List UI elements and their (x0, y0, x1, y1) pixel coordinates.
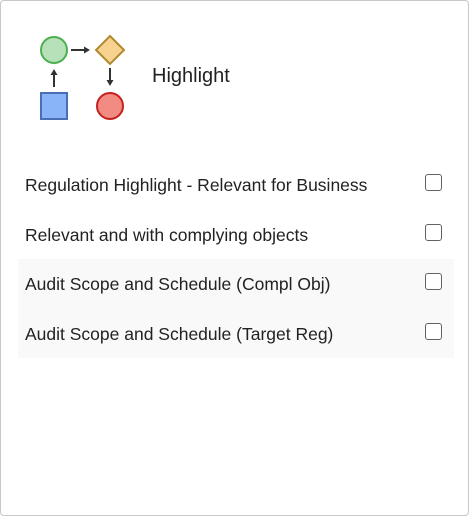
list-item[interactable]: Audit Scope and Schedule (Target Reg) (18, 308, 454, 358)
option-checkbox[interactable] (425, 174, 442, 191)
option-label: Regulation Highlight - Relevant for Busi… (25, 175, 368, 195)
panel-header: Highlight (37, 33, 437, 123)
option-label: Audit Scope and Schedule (Compl Obj) (25, 274, 331, 294)
option-label: Audit Scope and Schedule (Target Reg) (25, 323, 334, 344)
highlight-options-list: Regulation Highlight - Relevant for Busi… (18, 160, 454, 358)
option-checkbox[interactable] (425, 223, 442, 241)
option-checkbox[interactable] (425, 273, 442, 290)
process-flow-icon (37, 33, 129, 123)
list-item[interactable]: Relevant and with complying objects (18, 210, 454, 260)
option-label: Relevant and with complying objects (25, 224, 309, 245)
highlight-panel: Highlight Regulation Highlight - Relevan… (0, 0, 469, 516)
list-item[interactable]: Regulation Highlight - Relevant for Busi… (18, 160, 454, 210)
panel-title: Highlight (152, 65, 230, 87)
list-item[interactable]: Audit Scope and Schedule (Compl Obj) (18, 259, 454, 309)
option-checkbox[interactable] (425, 322, 442, 340)
